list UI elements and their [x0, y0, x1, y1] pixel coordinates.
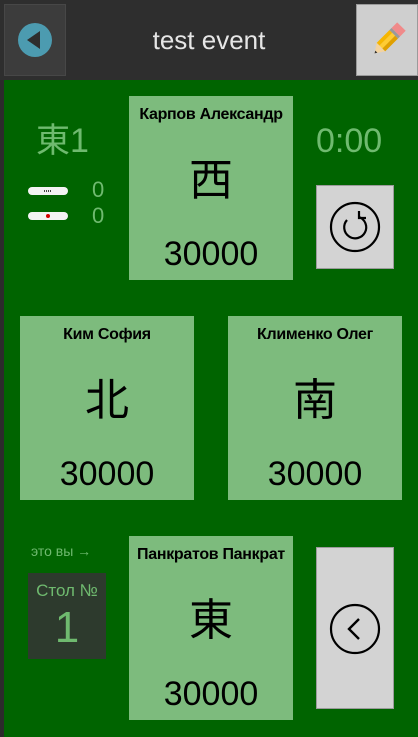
refresh-icon: [329, 201, 381, 253]
player-card-right[interactable]: Клименко Олег 南 30000: [228, 316, 402, 500]
player-name: Клименко Олег: [256, 326, 374, 343]
player-card-bottom[interactable]: Панкратов Панкрат 東 30000: [129, 536, 293, 720]
player-name: Карпов Александр: [139, 106, 283, 123]
player-score: 30000: [163, 235, 259, 273]
player-score: 30000: [267, 455, 363, 493]
thousand-stick-count: 0: [92, 177, 105, 202]
player-name: Ким София: [63, 326, 151, 343]
round-indicator: 東1: [36, 122, 89, 160]
edit-button[interactable]: [356, 4, 418, 76]
seat-wind: 東: [189, 595, 233, 646]
top-bar: test event: [0, 0, 418, 80]
page-title: test event: [152, 25, 266, 55]
seat-wind: 北: [85, 375, 129, 426]
hundred-stick-count: 0: [92, 203, 105, 228]
player-card-left[interactable]: Ким София 北 30000: [20, 316, 194, 500]
timer: 0:00: [316, 122, 383, 160]
table-label: Стол №: [36, 581, 98, 600]
player-score: 30000: [163, 675, 259, 713]
table-number: 1: [54, 603, 80, 652]
refresh-button[interactable]: [316, 185, 394, 269]
player-score: 30000: [59, 455, 155, 493]
table-number-box: Стол № 1: [28, 573, 106, 659]
back-button[interactable]: [4, 4, 66, 76]
player-card-top[interactable]: Карпов Александр 西 30000: [129, 96, 293, 280]
you-indicator: это вы →: [31, 543, 92, 559]
previous-button[interactable]: [316, 547, 394, 709]
seat-wind: 南: [293, 375, 337, 426]
hundred-stick-icon: [28, 212, 68, 220]
thousand-stick-icon: [28, 187, 68, 195]
chevron-left-icon: [329, 603, 381, 655]
seat-wind: 西: [189, 155, 233, 206]
pencil-icon: [374, 22, 406, 54]
player-name: Панкратов Панкрат: [137, 546, 285, 563]
back-arrow-icon: [18, 23, 52, 57]
